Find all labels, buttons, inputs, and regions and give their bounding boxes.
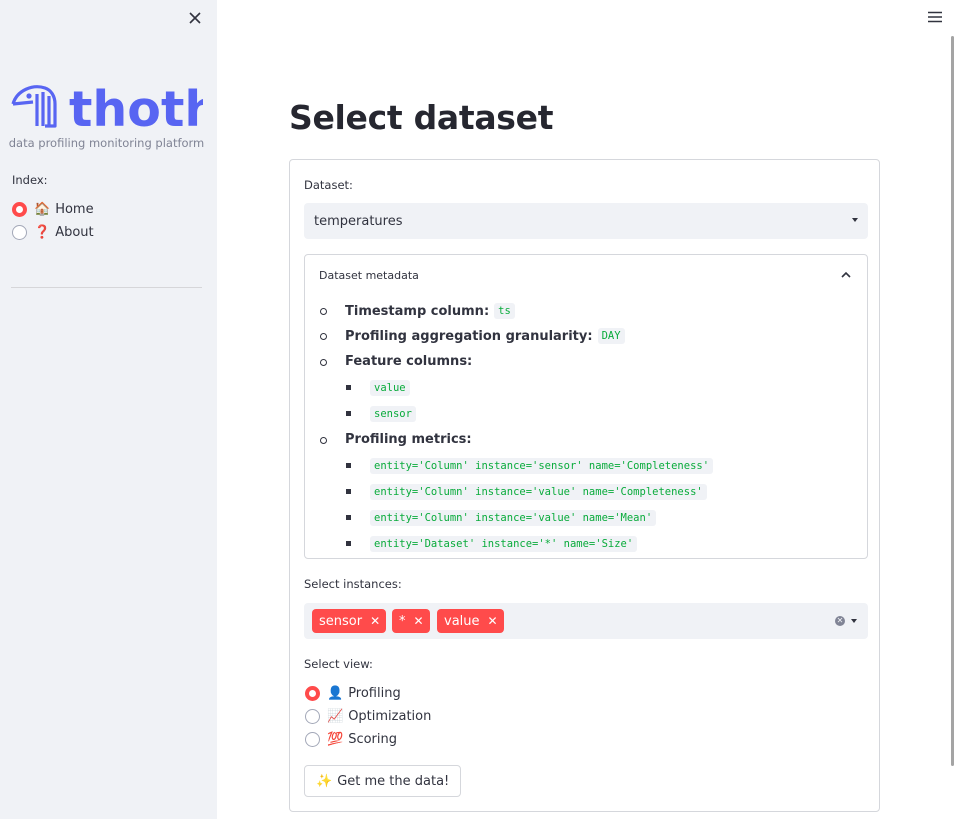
dataset-select[interactable]: temperatures — [304, 203, 868, 239]
timestamp-value: ts — [494, 303, 515, 319]
metric-item: entity='Column' instance='value' name='C… — [370, 484, 707, 500]
app-root: thoth data profiling monitoring platform… — [0, 0, 954, 819]
radio-unselected[interactable] — [305, 732, 320, 747]
close-icon[interactable] — [186, 9, 204, 27]
granularity-value: DAY — [597, 328, 625, 344]
bullet-square — [346, 385, 351, 390]
features-item: Feature columns: — [345, 354, 472, 369]
clear-icon[interactable]: ✕ — [835, 616, 845, 626]
view-option-label: Scoring — [348, 732, 397, 747]
sidebar-item-label: About — [55, 225, 94, 240]
logo-subtitle: data profiling monitoring platform — [8, 136, 205, 150]
sidebar-item-home[interactable]: 🏠 Home — [12, 202, 94, 217]
feature-item: sensor — [370, 406, 416, 422]
instances-label: Select instances: — [304, 577, 402, 591]
metric-value: entity='Column' instance='sensor' name='… — [370, 458, 714, 474]
remove-chip-icon[interactable]: ✕ — [370, 614, 380, 628]
granularity-item: Profiling aggregation granularity: DAY — [345, 328, 625, 344]
person-icon: 👤 — [327, 686, 344, 701]
page-title: Select dataset — [289, 98, 554, 137]
caret-down-icon[interactable] — [851, 619, 857, 623]
metric-value: entity='Dataset' instance='*' name='Size… — [370, 536, 638, 552]
metric-item: entity='Column' instance='sensor' name='… — [370, 458, 714, 474]
metric-value: entity='Column' instance='value' name='C… — [370, 484, 707, 500]
view-option-optimization[interactable]: 📈 Optimization — [305, 709, 431, 724]
metadata-expander: Dataset metadata Timestamp column: ts Pr… — [304, 254, 868, 559]
expander-title: Dataset metadata — [319, 269, 419, 282]
get-data-button[interactable]: ✨ Get me the data! — [304, 765, 462, 797]
radio-selected[interactable] — [12, 202, 27, 217]
instance-chip: value ✕ — [437, 609, 504, 633]
dataset-label: Dataset: — [304, 178, 353, 192]
granularity-label: Profiling aggregation granularity: — [345, 328, 593, 344]
bullet-square — [346, 411, 351, 416]
chip-label: value — [444, 613, 480, 629]
radio-unselected[interactable] — [12, 225, 27, 240]
logo-text: thoth — [69, 82, 203, 130]
sidebar-item-about[interactable]: ❓ About — [12, 225, 94, 240]
feature-value: sensor — [370, 406, 416, 422]
bullet-circle — [320, 437, 327, 444]
instance-chip: * ✕ — [392, 609, 430, 633]
metric-value: entity='Column' instance='value' name='M… — [370, 510, 657, 526]
hundred-points-icon: 💯 — [327, 732, 344, 747]
bullet-square — [346, 541, 351, 546]
dataset-select-value: temperatures — [314, 213, 403, 229]
view-option-profiling[interactable]: 👤 Profiling — [305, 686, 401, 701]
bullet-circle — [320, 308, 327, 315]
chart-increasing-icon: 📈 — [327, 709, 344, 724]
feature-item: value — [370, 380, 410, 396]
view-option-label: Profiling — [348, 686, 401, 701]
sidebar-divider — [11, 287, 202, 288]
timestamp-label: Timestamp column: — [345, 303, 490, 319]
remove-chip-icon[interactable]: ✕ — [488, 614, 498, 628]
sidebar: thoth data profiling monitoring platform… — [0, 0, 217, 819]
metric-item: entity='Dataset' instance='*' name='Size… — [370, 536, 638, 552]
dataset-form: Dataset: temperatures Dataset metadata T… — [289, 159, 880, 812]
instances-multiselect[interactable]: sensor ✕ * ✕ value ✕ ✕ — [304, 603, 868, 639]
metrics-item: Profiling metrics: — [345, 432, 472, 447]
remove-chip-icon[interactable]: ✕ — [414, 614, 424, 628]
chevron-up-icon[interactable] — [841, 270, 851, 280]
metric-item: entity='Column' instance='value' name='M… — [370, 510, 657, 526]
question-mark-icon: ❓ — [34, 225, 51, 240]
view-option-label: Optimization — [348, 709, 432, 724]
features-label: Feature columns: — [345, 354, 473, 369]
metrics-label: Profiling metrics: — [345, 432, 472, 447]
thoth-logo: thoth — [11, 82, 203, 130]
index-label: Index: — [12, 173, 48, 187]
chip-label: * — [399, 613, 406, 629]
sparkles-icon: ✨ — [316, 773, 333, 789]
view-label: Select view: — [304, 657, 373, 671]
hamburger-icon[interactable] — [928, 10, 942, 24]
get-data-label: Get me the data! — [337, 773, 450, 789]
sidebar-item-label: Home — [55, 202, 94, 217]
bullet-square — [346, 489, 351, 494]
radio-selected[interactable] — [305, 686, 320, 701]
timestamp-item: Timestamp column: ts — [345, 303, 515, 319]
house-icon: 🏠 — [34, 202, 51, 217]
view-option-scoring[interactable]: 💯 Scoring — [305, 732, 397, 747]
caret-down-icon — [852, 218, 858, 222]
bullet-square — [346, 515, 351, 520]
radio-unselected[interactable] — [305, 709, 320, 724]
chip-label: sensor — [319, 613, 363, 629]
instance-chip: sensor ✕ — [312, 609, 387, 633]
expander-header[interactable]: Dataset metadata — [305, 255, 867, 295]
bullet-circle — [320, 359, 327, 366]
bullet-square — [346, 463, 351, 468]
bullet-circle — [320, 333, 327, 340]
feature-value: value — [370, 380, 410, 396]
